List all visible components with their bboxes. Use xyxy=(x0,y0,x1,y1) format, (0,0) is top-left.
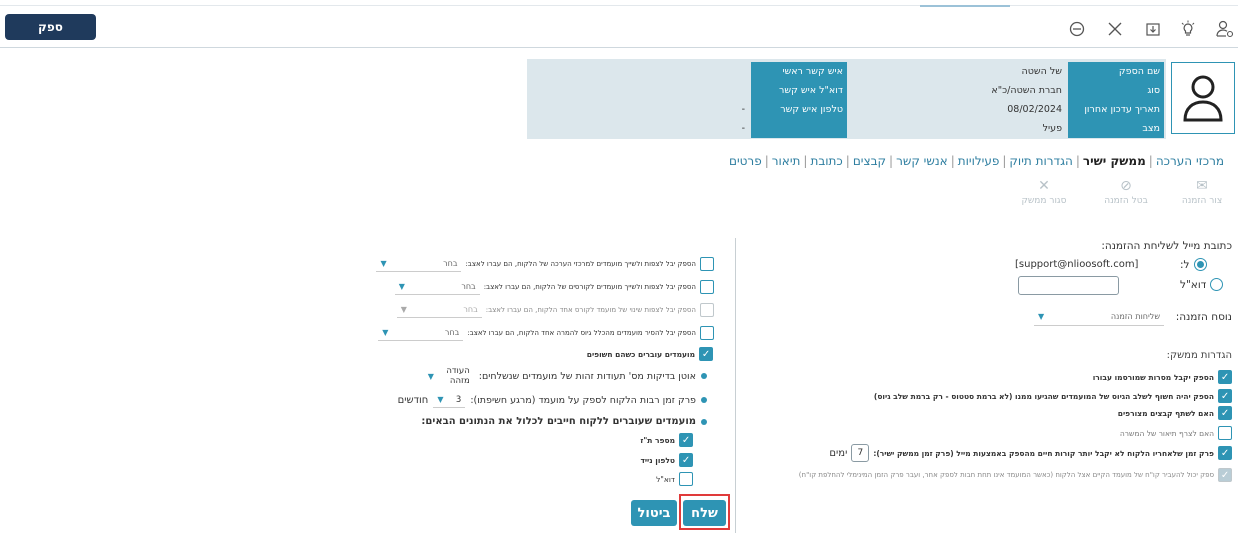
info-value-last-update: 08/02/2024 xyxy=(849,100,1066,119)
settings-title: הגדרות ממשק: xyxy=(1166,350,1232,361)
info-value-contact-phone: - xyxy=(529,100,749,119)
tab-description[interactable]: תיאור xyxy=(769,154,804,168)
option-row-1[interactable]: ✓ הספק יקבל מסרות שמורסמו עבורו xyxy=(1093,370,1232,384)
months-dropdown[interactable]: 3 ▼ xyxy=(433,392,466,408)
required-row-2[interactable]: ✓ טלפון נייד xyxy=(640,453,693,467)
tab-files[interactable]: קבצים xyxy=(850,154,889,168)
required-checkbox-email[interactable] xyxy=(679,472,693,486)
left-checkbox-5[interactable]: ✓ xyxy=(699,347,713,361)
bullet-row-3: מועמדים שעוברים ללקוח חייבים לכלול את הנ… xyxy=(421,416,707,427)
option-row-6: ✓ ספק יכול להעביר קו"ח של מועמד הקיים אצ… xyxy=(799,468,1232,482)
radio-to[interactable] xyxy=(1193,258,1207,271)
option-checkbox-3[interactable]: ✓ xyxy=(1218,406,1232,420)
required-row-3[interactable]: דוא"ל xyxy=(656,472,693,486)
left-row-2[interactable]: הספק יבל לצפות ולשייך מועמדים לקורסים של… xyxy=(380,279,714,295)
days-input[interactable]: 7 xyxy=(851,444,870,462)
left-checkbox-1[interactable] xyxy=(700,257,714,271)
top-tab-indicator xyxy=(920,5,1010,7)
left-dropdown-4[interactable]: בחר ▼ xyxy=(378,325,464,341)
option-row-2[interactable]: ✓ הספק יהיה חשוף לשלב הגיוס של המועמדים … xyxy=(874,389,1232,403)
tab-filing-settings[interactable]: הגדרות תיוק xyxy=(1006,154,1075,168)
info-label-name: שם הספק xyxy=(1068,62,1164,81)
option-checkbox-5[interactable]: ✓ xyxy=(1218,446,1232,460)
ban-icon: ⊘ xyxy=(1120,178,1132,194)
radio-email-row[interactable]: דוא"ל xyxy=(1180,278,1224,291)
close-interface-button[interactable]: ✕ סגור ממשק xyxy=(1016,178,1072,206)
avatar xyxy=(1171,62,1235,134)
left-dropdown-3: בחר ▼ xyxy=(396,302,482,318)
lightbulb-icon[interactable] xyxy=(1177,18,1199,40)
cancel-button[interactable]: ביטול xyxy=(631,500,677,526)
cancel-order-button[interactable]: ⊘ בטל הזמנה xyxy=(1098,178,1154,206)
info-label-main-contact: איש קשר ראשי xyxy=(751,62,847,81)
info-value-main-contact xyxy=(529,62,749,81)
email-title: כתובת מייל לשליחת ההזמנה: xyxy=(1101,240,1232,252)
version-label: נוסח הזמנה: xyxy=(1175,311,1232,323)
info-label-contact-phone: טלפון איש קשר xyxy=(751,100,847,119)
envelope-icon: ✉ xyxy=(1196,178,1208,194)
left-dropdown-2[interactable]: בחר ▼ xyxy=(394,279,480,295)
left-checkbox-2[interactable] xyxy=(700,280,714,294)
user-settings-icon[interactable] xyxy=(1214,18,1236,40)
info-label-type: סוג xyxy=(1068,81,1164,100)
tabs-bar: פרטים | תיאור | כתובת | קבצים | אנשי קשר | פע… xyxy=(726,151,1238,171)
bullet-icon xyxy=(701,397,707,403)
close-icon[interactable] xyxy=(1104,18,1126,40)
left-checkbox-3 xyxy=(700,303,714,317)
send-button-highlight xyxy=(679,494,730,530)
download-icon[interactable] xyxy=(1142,18,1164,40)
left-row-5[interactable]: ✓ מועמדים עוברים כשהם חשופים xyxy=(587,347,713,361)
user-icon xyxy=(1183,75,1223,122)
left-checkbox-4[interactable] xyxy=(700,326,714,340)
bullet-icon xyxy=(701,418,707,425)
option-checkbox-6: ✓ xyxy=(1218,468,1232,482)
left-dropdown-1[interactable]: בחר ▼ xyxy=(376,256,462,272)
option-row-4[interactable]: האם לצרף תיאור של המשרה xyxy=(1120,426,1232,440)
chevron-down-icon: ▼ xyxy=(1038,312,1045,321)
bullet-icon xyxy=(701,373,707,379)
radio-to-row[interactable]: ל: xyxy=(1180,258,1207,271)
option-row-5[interactable]: ✓ פרק זמן שלאחריו הלקוח לא יקבל יותר קור… xyxy=(829,444,1232,462)
info-value-extra: - xyxy=(529,119,749,138)
version-dropdown[interactable]: שליחות הזמנה ▼ xyxy=(1034,308,1164,326)
tab-assessment-centers[interactable]: מרכזי הערכה xyxy=(1153,154,1227,168)
create-order-button[interactable]: ✉ צור הזמנה xyxy=(1174,178,1230,206)
top-border xyxy=(0,5,1238,6)
tab-activities[interactable]: פעילויות xyxy=(955,154,1003,168)
bullet-row-1: אוטן בדיקות מס' תעודות זהות של מועמדים ש… xyxy=(424,366,707,386)
tab-address[interactable]: כתובת xyxy=(807,154,845,168)
supplier-info-grid: שם הספק של השטה איש קשר ראשי סוג חברת הש… xyxy=(527,59,1166,139)
radio-email[interactable] xyxy=(1210,278,1224,291)
email-input[interactable] xyxy=(1018,276,1119,295)
option-checkbox-1[interactable]: ✓ xyxy=(1218,370,1232,384)
email-value: [support@nlioosoft.com] xyxy=(1015,259,1139,270)
required-row-1[interactable]: ✓ מספר ת"ז xyxy=(640,433,693,447)
info-value-status: פעיל xyxy=(849,119,1066,138)
tab-details[interactable]: פרטים xyxy=(726,154,765,168)
left-row-1[interactable]: הספק יבל לצפות ולשייך מועמדים למרכזי הער… xyxy=(358,256,714,272)
minus-circle-icon[interactable] xyxy=(1066,18,1088,40)
supplier-button[interactable]: ספק xyxy=(5,14,96,40)
tab-direct-interface[interactable]: ממשק ישיר xyxy=(1080,154,1149,168)
required-checkbox-id[interactable]: ✓ xyxy=(679,433,693,447)
info-value-contact-email xyxy=(529,81,749,100)
left-row-3: הספק יבל לצפות שינוי של מועמד לקורס אחד … xyxy=(382,302,714,318)
tab-contacts[interactable]: אנשי קשר xyxy=(893,154,951,168)
info-label-status: מצב xyxy=(1068,119,1164,138)
option-checkbox-2[interactable]: ✓ xyxy=(1218,389,1232,403)
left-row-4[interactable]: הספק יבל להסיר מועמדים מהכלל גיוס להמרה … xyxy=(358,325,714,341)
required-checkbox-phone[interactable]: ✓ xyxy=(679,453,693,467)
info-value-name: של השטה xyxy=(849,62,1066,81)
option-checkbox-4[interactable] xyxy=(1218,426,1232,440)
info-label-last-update: תאריך עדכון אחרון xyxy=(1068,100,1164,119)
info-label-contact-email: דוא"ל איש קשר xyxy=(751,81,847,100)
close-icon: ✕ xyxy=(1038,178,1050,194)
id-check-dropdown[interactable]: העודה מזהה ▼ xyxy=(424,366,474,386)
bullet-row-2: פרק זמן רבות הלקוח לספק על מועמד (מרגע ח… xyxy=(398,392,707,408)
option-row-3[interactable]: ✓ האם לשתף קבצים מצורפים xyxy=(1118,406,1232,420)
info-value-type: חברת השטה/כ"א xyxy=(849,81,1066,100)
panel-divider xyxy=(735,238,736,533)
header-separator xyxy=(0,47,1238,48)
info-label-extra xyxy=(751,119,847,138)
